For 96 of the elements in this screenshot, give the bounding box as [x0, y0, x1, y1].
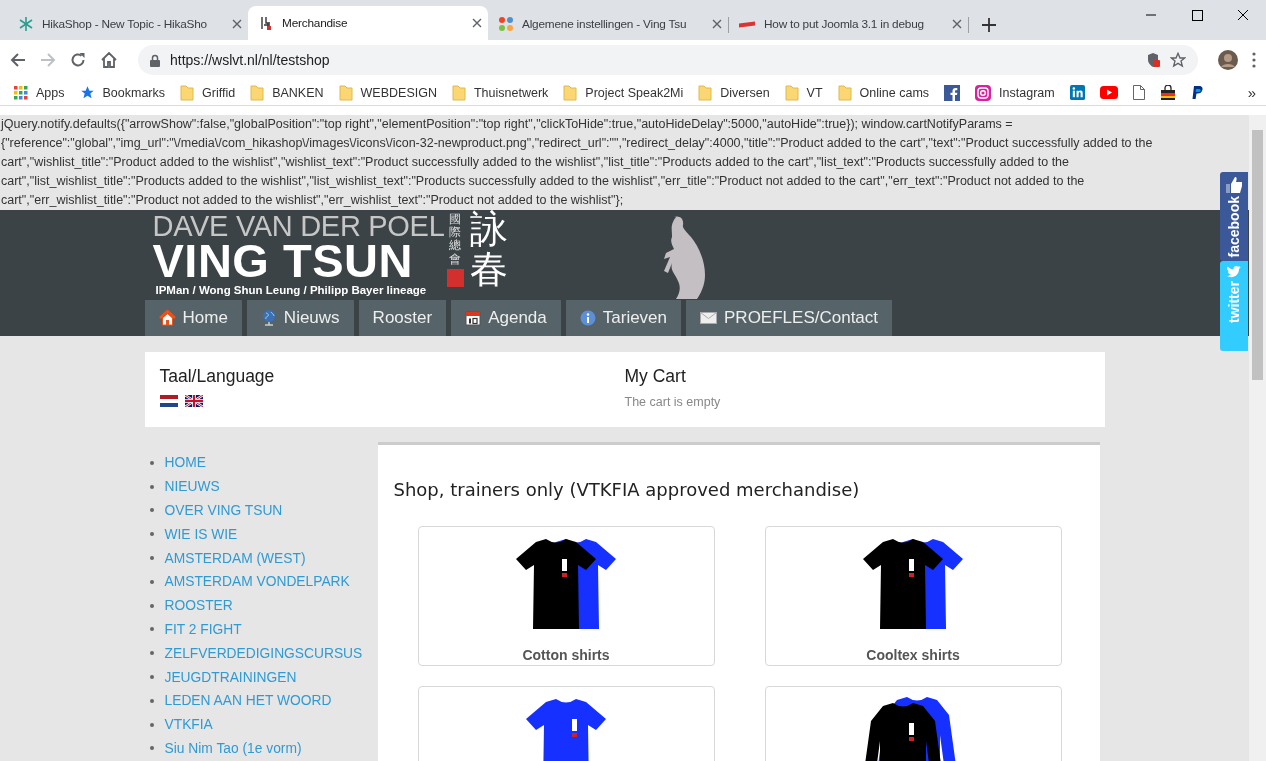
nav-tab[interactable]: Rooster	[358, 300, 447, 336]
bullet-icon	[149, 698, 154, 703]
bookmark[interactable]: VT	[784, 84, 823, 101]
reload-icon[interactable]	[70, 52, 86, 68]
browser-tab[interactable]: HikaShop - New Topic - HikaSho	[8, 8, 248, 40]
cart-title: My Cart	[624, 366, 687, 387]
home-icon	[158, 310, 176, 326]
close-icon[interactable]	[952, 19, 962, 29]
shield-icon[interactable]	[1146, 52, 1160, 68]
new-tab-icon[interactable]	[982, 18, 996, 32]
bookmark[interactable]: Online cams	[837, 84, 930, 101]
browser-tab[interactable]: Merchandise	[248, 6, 488, 40]
back-arrow-icon[interactable]	[10, 52, 26, 68]
cart-status: The cart is empty	[624, 395, 722, 409]
bookmark[interactable]: Griffid	[180, 84, 236, 101]
folder-icon	[698, 84, 713, 101]
logo-name: VING TSUN	[152, 240, 413, 282]
product-name: Cooltex shirts	[866, 647, 960, 663]
paypal-icon[interactable]	[1190, 85, 1204, 100]
folder-icon	[451, 84, 466, 101]
scrollbar[interactable]	[1249, 115, 1266, 761]
more-bookmarks[interactable]: »	[1247, 84, 1256, 101]
page-icon[interactable]	[1132, 85, 1145, 100]
browser-tab[interactable]: How to put Joomla 3.1 in debug	[728, 8, 968, 40]
bullet-icon	[149, 484, 154, 489]
home-icon[interactable]	[100, 52, 118, 68]
apps-grid-icon	[14, 85, 28, 100]
product-card[interactable]: Cotton shirts	[417, 526, 715, 666]
bullet-icon	[149, 579, 154, 584]
british-flag-icon[interactable]	[184, 395, 203, 407]
folder-icon	[563, 84, 578, 101]
bullet-icon	[149, 556, 154, 561]
globe-icon	[260, 309, 277, 327]
youtube-icon[interactable]	[1099, 86, 1118, 99]
bullet-icon	[149, 603, 154, 608]
bullet-icon	[149, 508, 154, 513]
script-text: jQuery.notify.defaults({"arrowShow":false,"globalPosition":"top right","elementPosition":"top right","clickToHide":true,"autoHideDelay":5000,"autoHide":true}); window.cartNotifyParams = {"reference":"global","img_url":"\/media\/com_hikashop\/images\/icons\/icon-32-newproduct.png","redirect_url":"","redirect_delay":4000,"title":"Product added to the cart","text":"Product successfully added to the cart","wishlist_title":"Product added to the wishlist","wishlist_text":"Product successfully added to the wishlist","list_title":"Products added to the cart","list_text":"Products successfully added to the cart","list_wishlist_title":"Products added to the wishlist","list_wishlist_text":"Products successfully added to the wishlist","err_title":"Product not added to the cart","err_text":"Product not added to the cart","err_wishlist_title":"Product not added to the wishlist","err_wishlist_text":"Product not added to the wishlist"};	[0, 116, 1154, 209]
nav-tab[interactable]: PROEFLES/Contact	[686, 300, 893, 336]
bookmark[interactable]: Instagram	[975, 84, 1055, 101]
close-icon[interactable]	[472, 18, 482, 28]
facebook-icon[interactable]	[944, 84, 961, 101]
logo-tagline: IPMan / Wong Shun Leung / Philipp Bayer lineage	[154, 283, 428, 298]
thumbs-up-icon	[1225, 176, 1243, 194]
folder-icon	[180, 84, 195, 101]
linkedin-icon[interactable]	[1069, 85, 1085, 100]
nav-tab[interactable]: Nieuws	[246, 300, 354, 336]
logo-title: DAVE VAN DER POEL	[152, 212, 445, 240]
bookmark[interactable]: Project Speak2Mi	[563, 84, 684, 101]
avatar-icon[interactable]	[1218, 50, 1238, 70]
menu-icon[interactable]	[1252, 52, 1256, 68]
envelope-icon	[700, 312, 718, 324]
language-title: Taal/Language	[159, 366, 276, 387]
logo-chinese-small: 國際總會	[449, 213, 462, 266]
joomla-icon	[498, 16, 514, 32]
bullet-icon	[149, 627, 154, 632]
folder-icon	[338, 84, 353, 101]
instagram-icon	[975, 84, 992, 101]
product-name: Cotton shirts	[522, 647, 610, 663]
bird-icon	[1226, 265, 1242, 279]
close-icon[interactable]	[232, 19, 242, 29]
star-outline-icon[interactable]	[1170, 52, 1186, 68]
bookmark[interactable]: Apps	[14, 85, 65, 100]
bookmark[interactable]: BANKEN	[250, 84, 324, 101]
glyph-icon	[258, 15, 274, 31]
seal-icon	[447, 268, 465, 287]
nav-tab[interactable]: Home	[144, 300, 242, 336]
nav-tab[interactable]: Tarieven	[565, 300, 682, 336]
bullet-icon	[149, 722, 154, 727]
bookmark[interactable]: Bookmarks	[79, 85, 166, 100]
bookmark[interactable]: Thuisnetwerk	[451, 84, 549, 101]
nav-tab[interactable]: Agenda	[451, 300, 561, 336]
star-icon	[79, 85, 95, 100]
address-bar[interactable]: https://wslvt.nl/nl/testshop	[138, 45, 1198, 75]
asterisk-icon	[18, 16, 34, 32]
bookmark[interactable]: Diversen	[698, 84, 770, 101]
calendar-icon	[465, 310, 482, 326]
product-card[interactable]: Cooltex shirts	[764, 526, 1062, 666]
folder-icon	[250, 84, 265, 101]
shop-heading: Shop, trainers only (VTKFIA approved merchandise)	[393, 479, 861, 500]
info-icon	[579, 310, 596, 326]
bullet-icon	[149, 532, 154, 537]
dutch-flag-icon[interactable]	[159, 395, 178, 407]
stripe-icon	[738, 20, 756, 28]
folder-icon	[784, 84, 799, 101]
lock-icon	[150, 53, 160, 67]
logo-chinese-large: 詠春	[470, 210, 509, 290]
bullet-icon	[149, 460, 154, 465]
folder-icon	[837, 84, 852, 101]
bullet-icon	[149, 746, 154, 751]
close-icon[interactable]	[712, 19, 722, 29]
facebook-share-button[interactable]: facebook	[1220, 172, 1248, 261]
bullet-icon	[149, 651, 154, 656]
shopping-bag-icon[interactable]	[1159, 84, 1176, 101]
browser-tab[interactable]: Algemene instellingen - Ving Tsu	[488, 8, 728, 40]
bullet-icon	[149, 675, 154, 680]
bookmark[interactable]: WEBDESIGN	[338, 84, 437, 101]
